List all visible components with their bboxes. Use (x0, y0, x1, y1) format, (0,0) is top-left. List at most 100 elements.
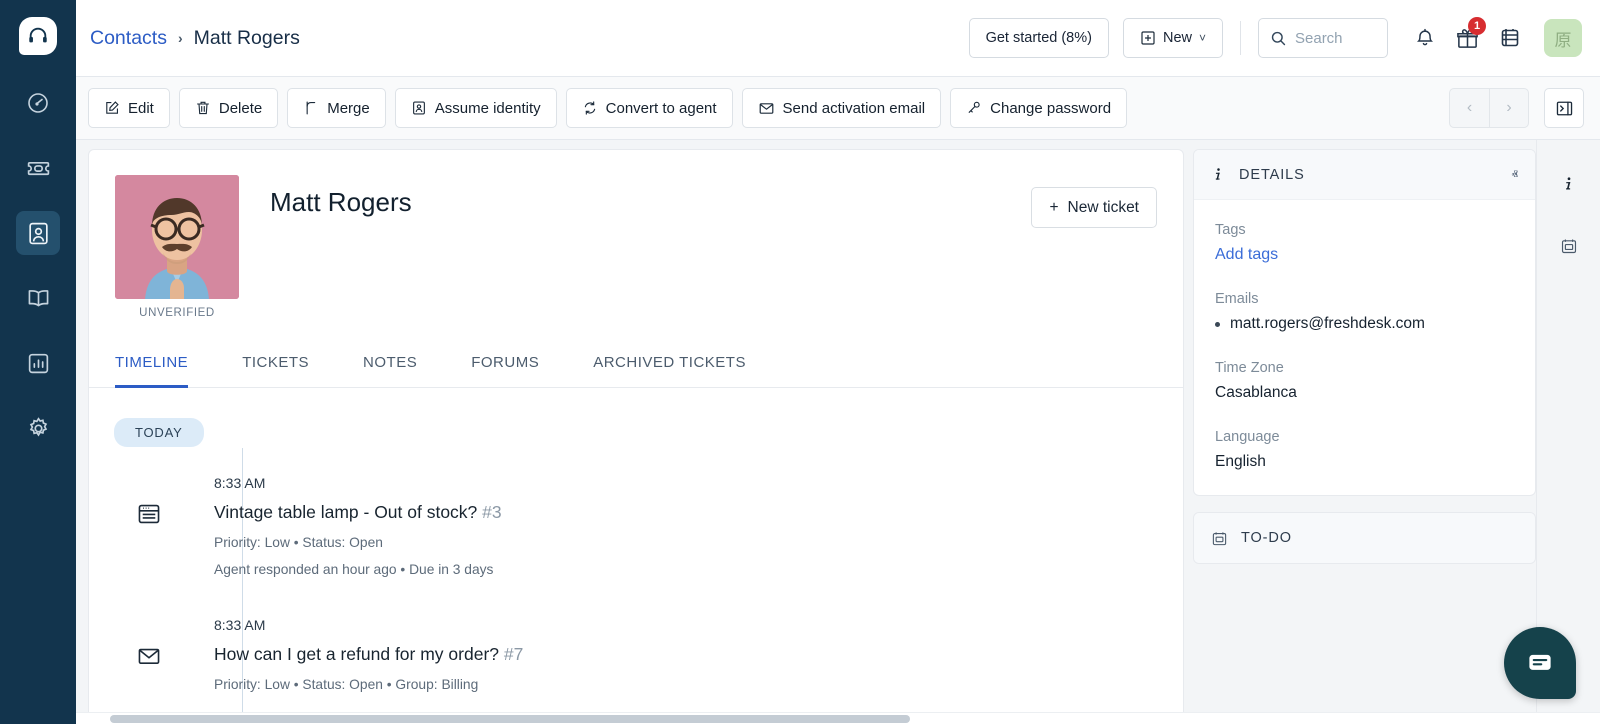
new-ticket-button[interactable]: + New ticket (1031, 187, 1157, 228)
field-time-zone-label: Time Zone (1215, 360, 1514, 376)
next-record-button[interactable]: › (1489, 89, 1528, 127)
sidebar-item-admin[interactable] (16, 406, 60, 450)
field-tags: Tags Add tags (1215, 222, 1514, 264)
contacts-icon (26, 221, 51, 246)
top-header: Contacts › Matt Rogers Get started (8%) … (76, 0, 1600, 77)
timeline-entry-title[interactable]: Vintage table lamp - Out of stock? #3 (214, 502, 502, 523)
timeline-entry-ticket-number: #7 (504, 644, 523, 664)
new-button-label: New (1163, 30, 1192, 46)
email-value[interactable]: matt.rogers@freshdesk.com (1230, 315, 1425, 333)
timeline-entry-ticket-number: #3 (482, 502, 501, 522)
chat-widget-button[interactable] (1504, 627, 1576, 699)
tab-notes[interactable]: NOTES (363, 343, 417, 388)
todo-panel-header[interactable]: TO-DO ⱟ (1194, 513, 1535, 563)
assume-identity-button[interactable]: Assume identity (395, 88, 557, 128)
tab-timeline[interactable]: TIMELINE (115, 343, 188, 388)
send-activation-email-button-label: Send activation email (783, 100, 926, 117)
whats-new-gift-button[interactable]: 1 (1446, 17, 1488, 59)
details-panel-header[interactable]: DETAILS ⱏ (1194, 150, 1535, 200)
breadcrumb-current: Matt Rogers (194, 27, 300, 50)
horizontal-scrollbar[interactable] (76, 712, 1600, 724)
previous-record-button[interactable]: ‹ (1450, 89, 1489, 127)
assume-identity-button-label: Assume identity (435, 100, 541, 117)
panel-toggle-icon (1555, 99, 1574, 118)
breadcrumb-contacts-link[interactable]: Contacts (90, 27, 167, 50)
settings-gear-icon (26, 416, 51, 441)
delete-button[interactable]: Delete (179, 88, 278, 128)
info-icon (1561, 176, 1577, 192)
field-time-zone: Time Zone Casablanca (1215, 360, 1514, 402)
sidebar-item-analytics[interactable] (16, 341, 60, 385)
merge-button[interactable]: Merge (287, 88, 386, 128)
chat-bubble-icon (1525, 648, 1555, 678)
details-column-inner: DETAILS ⱏ Tags Add tags Emails matt.roge… (1193, 149, 1536, 724)
search-placeholder: Search (1295, 30, 1343, 47)
verification-status-label: UNVERIFIED (115, 307, 239, 319)
toolbar-button-group: Edit Delete Merge Assume identity Conver… (88, 88, 1136, 128)
info-icon (1211, 167, 1226, 182)
contact-photo-illustration (115, 175, 239, 299)
sidebar-item-solutions[interactable] (16, 276, 60, 320)
timeline-entry-body: 8:33 AM How can I get a refund for my or… (155, 617, 523, 692)
todo-calendar-icon (1560, 237, 1578, 255)
send-activation-email-button[interactable]: Send activation email (742, 88, 942, 128)
sidebar-item-contacts[interactable] (16, 211, 60, 255)
tab-forums[interactable]: FORUMS (471, 343, 539, 388)
trash-icon (195, 100, 211, 116)
details-panel-title: DETAILS (1239, 167, 1305, 183)
envelope-icon (136, 643, 162, 669)
email-list-item: matt.rogers@freshdesk.com (1215, 315, 1514, 333)
edit-button[interactable]: Edit (88, 88, 170, 128)
new-button[interactable]: New ˅ (1123, 18, 1223, 58)
tab-tickets[interactable]: TICKETS (242, 343, 309, 388)
convert-to-agent-button[interactable]: Convert to agent (566, 88, 733, 128)
timeline-entry-title[interactable]: How can I get a refund for my order? #7 (214, 644, 523, 665)
gift-badge-count: 1 (1468, 17, 1486, 35)
app-root: Contacts › Matt Rogers Get started (8%) … (0, 0, 1600, 724)
sidebar-item-tickets[interactable] (16, 146, 60, 190)
timeline-entry-icon-wrap (89, 475, 155, 577)
rail-todo-button[interactable] (1549, 226, 1589, 266)
todo-panel-title: TO-DO (1241, 530, 1292, 546)
dashboard-icon (26, 91, 50, 115)
app-switcher-icon (1497, 26, 1521, 50)
timeline-entry-title-text: How can I get a refund for my order? (214, 644, 499, 664)
toggle-side-panel-button[interactable] (1544, 88, 1584, 128)
field-language-value: English (1215, 453, 1514, 471)
add-tags-link[interactable]: Add tags (1215, 246, 1514, 264)
freshworks-switcher-button[interactable] (1488, 17, 1530, 59)
rail-info-button[interactable] (1549, 164, 1589, 204)
timeline-entry-body: 8:33 AM Vintage table lamp - Out of stoc… (155, 475, 502, 577)
freshdesk-headset-logo[interactable] (19, 17, 57, 55)
contact-header: UNVERIFIED Matt Rogers + New ticket (89, 150, 1183, 319)
horizontal-scrollbar-thumb[interactable] (110, 715, 910, 723)
field-language-label: Language (1215, 429, 1514, 445)
notifications-button[interactable] (1404, 17, 1446, 59)
headset-icon (27, 25, 49, 47)
change-password-button-label: Change password (990, 100, 1111, 117)
contact-action-toolbar: Edit Delete Merge Assume identity Conver… (76, 77, 1600, 140)
page-body: UNVERIFIED Matt Rogers + New ticket TIME… (76, 140, 1600, 724)
avatar[interactable] (115, 175, 239, 299)
timeline-group-label: TODAY (114, 418, 204, 447)
bell-icon (1414, 27, 1436, 49)
field-emails-label: Emails (1215, 291, 1514, 307)
timeline-entry-meta-primary: Priority: Low • Status: Open • Group: Bi… (214, 677, 523, 692)
edit-pencil-icon (104, 100, 120, 116)
solutions-book-icon (26, 286, 51, 311)
primary-sidebar (0, 0, 76, 724)
user-avatar[interactable]: 原 (1544, 19, 1582, 57)
breadcrumb: Contacts › Matt Rogers (90, 27, 300, 50)
timeline-entry[interactable]: 8:33 AM How can I get a refund for my or… (89, 617, 1183, 692)
field-tags-label: Tags (1215, 222, 1514, 238)
change-password-button[interactable]: Change password (950, 88, 1127, 128)
id-card-icon (411, 100, 427, 116)
envelope-icon (758, 100, 775, 117)
sidebar-item-dashboard[interactable] (16, 81, 60, 125)
contact-tabs: TIMELINE TICKETS NOTES FORUMS ARCHIVED T… (89, 342, 1183, 388)
chevron-up-icon[interactable]: ⱏ (1512, 167, 1518, 183)
timeline-entry[interactable]: 8:33 AM Vintage table lamp - Out of stoc… (89, 475, 1183, 577)
get-started-button[interactable]: Get started (8%) (969, 18, 1109, 58)
search-input[interactable]: Search (1258, 18, 1388, 58)
tab-archived-tickets[interactable]: ARCHIVED TICKETS (593, 343, 746, 388)
